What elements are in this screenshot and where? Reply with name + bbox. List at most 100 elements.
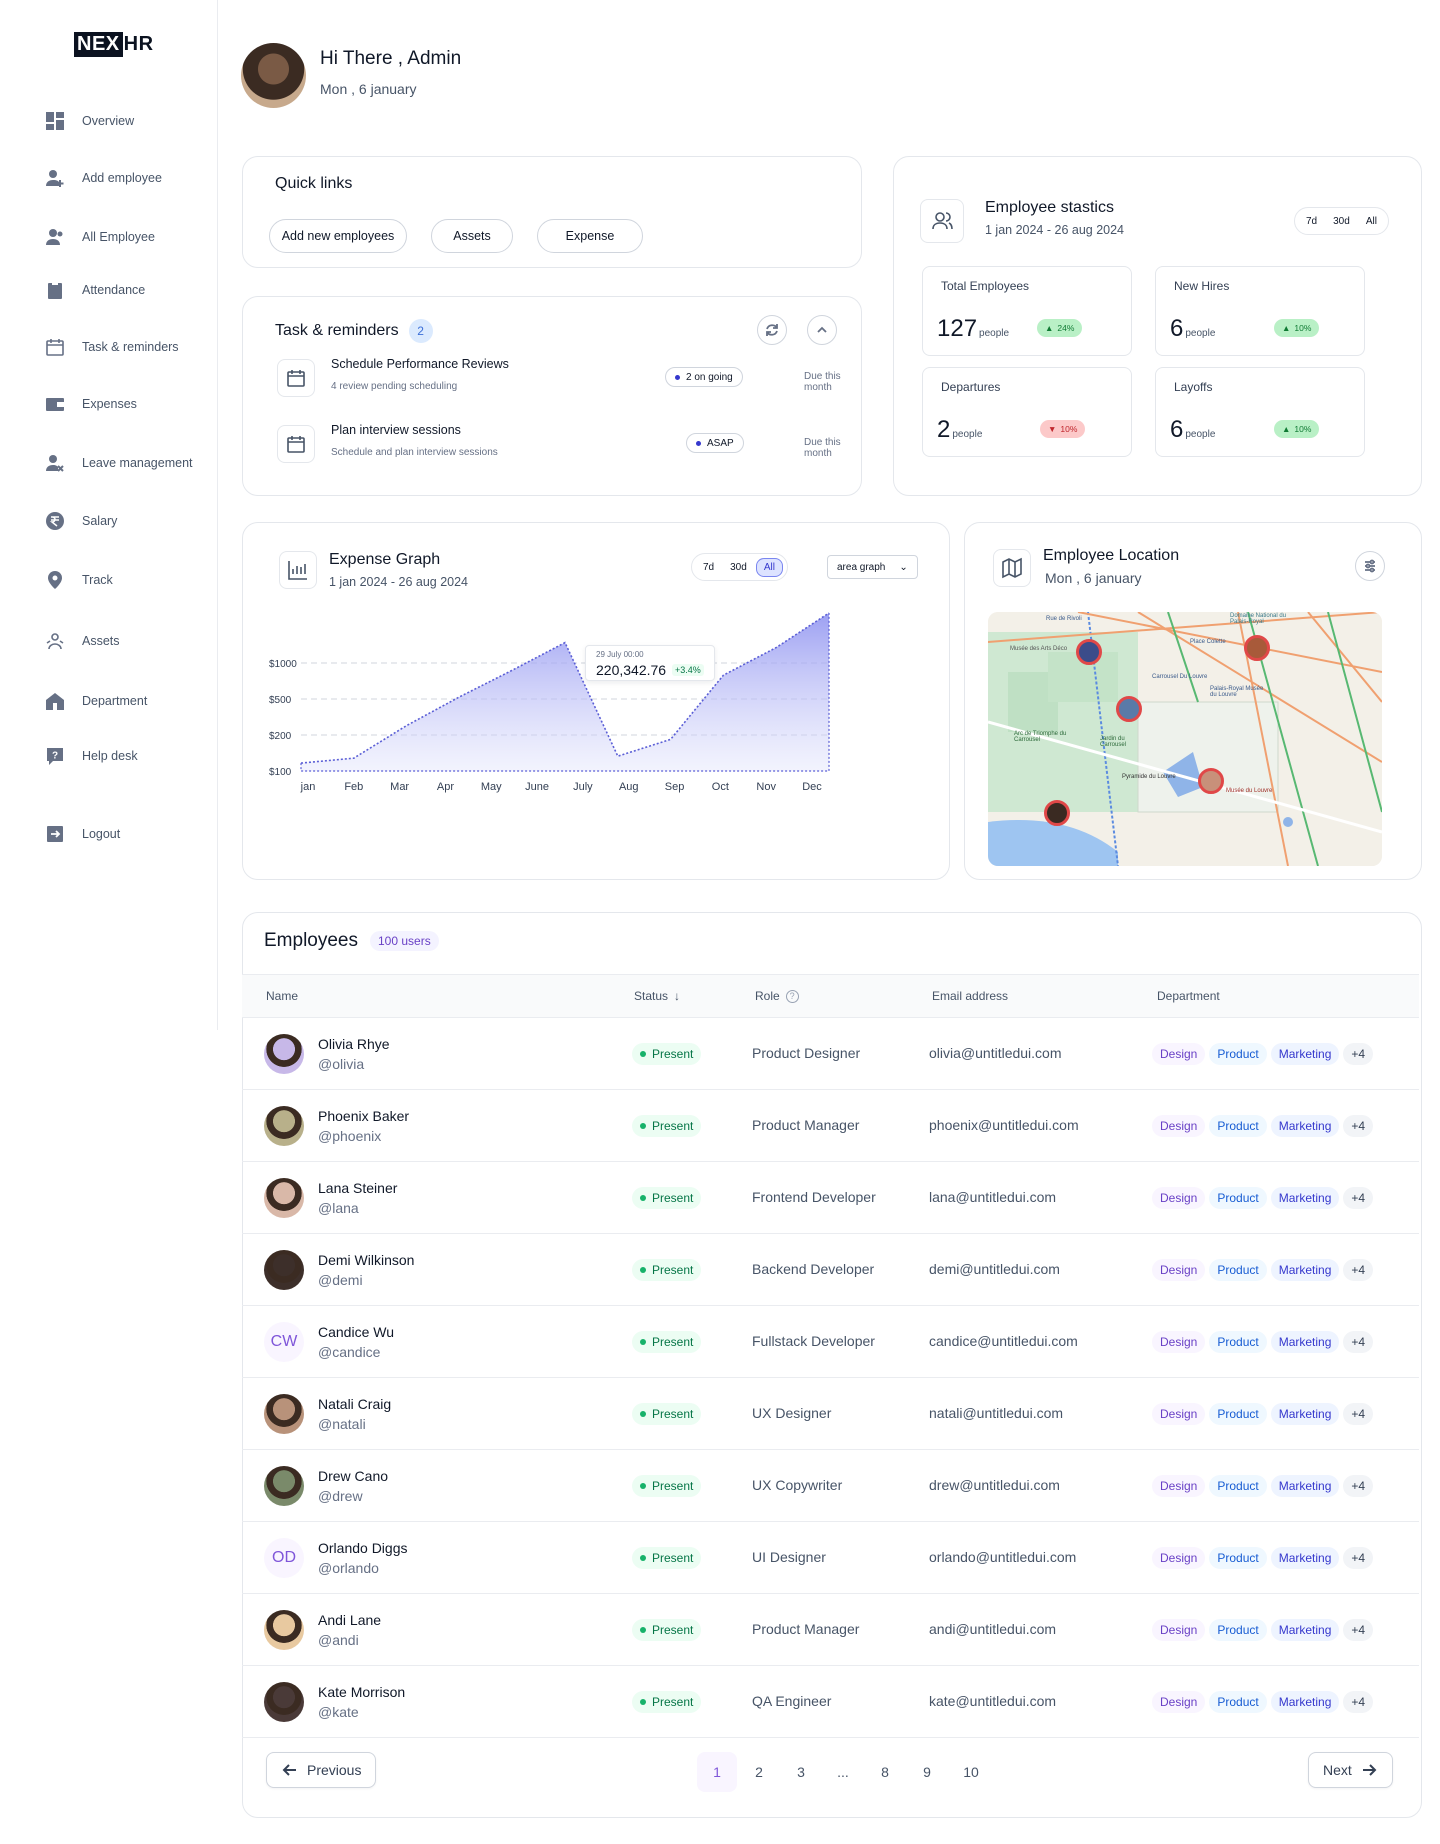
col-status[interactable]: Status ↓: [634, 989, 680, 1003]
more-tags-badge[interactable]: +4: [1343, 1115, 1374, 1137]
more-tags-badge[interactable]: +4: [1343, 1187, 1374, 1209]
design-tag[interactable]: Design: [1152, 1475, 1206, 1497]
table-row[interactable]: Natali Craig @natali Present UX Designer nat…: [242, 1378, 1419, 1450]
table-row[interactable]: Andi Lane @andi Present Product Manager andi…: [242, 1594, 1419, 1666]
add-new-employees-button[interactable]: Add new employees: [269, 219, 407, 253]
marketing-tag[interactable]: Marketing: [1270, 1043, 1340, 1065]
page-2[interactable]: 2: [739, 1752, 779, 1792]
design-tag[interactable]: Design: [1152, 1043, 1206, 1065]
product-tag[interactable]: Product: [1209, 1187, 1267, 1209]
employee-map[interactable]: Rue de Rivoli Musée des Arts Déco Domain…: [988, 612, 1382, 866]
sidebar-item-help-desk[interactable]: ? Help desk: [44, 745, 138, 767]
design-tag[interactable]: Design: [1152, 1259, 1206, 1281]
filter-7d[interactable]: 7d: [1299, 213, 1324, 230]
marketing-tag[interactable]: Marketing: [1270, 1403, 1340, 1425]
more-tags-badge[interactable]: +4: [1343, 1619, 1374, 1641]
table-row[interactable]: CW Candice Wu @candice Present Fullstack Dev…: [242, 1306, 1419, 1378]
sidebar-item-add-employee[interactable]: Add employee: [44, 167, 162, 189]
filter-30d[interactable]: 30d: [1326, 213, 1357, 230]
more-tags-badge[interactable]: +4: [1343, 1475, 1374, 1497]
refresh-button[interactable]: [757, 315, 787, 345]
map-pin-employee[interactable]: [1076, 639, 1102, 665]
expense-button[interactable]: Expense: [537, 219, 643, 253]
map-pin-employee[interactable]: [1198, 768, 1224, 794]
product-tag[interactable]: Product: [1209, 1115, 1267, 1137]
design-tag[interactable]: Design: [1152, 1115, 1206, 1137]
filter-all[interactable]: All: [1359, 213, 1384, 230]
marketing-tag[interactable]: Marketing: [1270, 1187, 1340, 1209]
sidebar-item-attendance[interactable]: Attendance: [44, 279, 145, 301]
previous-button[interactable]: Previous: [266, 1752, 377, 1788]
table-row[interactable]: Olivia Rhye @olivia Present Product Designe…: [242, 1018, 1419, 1090]
sidebar-item-department[interactable]: Department: [44, 690, 147, 712]
col-department[interactable]: Department: [1157, 989, 1220, 1003]
task-item[interactable]: Plan interview sessions Schedule and pla…: [277, 421, 857, 465]
page-3[interactable]: 3: [781, 1752, 821, 1792]
more-tags-badge[interactable]: +4: [1343, 1691, 1374, 1713]
sidebar-item-salary[interactable]: Salary: [44, 510, 117, 532]
sidebar-item-tasks[interactable]: Task & reminders: [44, 336, 179, 358]
avatar: [264, 1610, 304, 1650]
product-tag[interactable]: Product: [1209, 1331, 1267, 1353]
design-tag[interactable]: Design: [1152, 1187, 1206, 1209]
marketing-tag[interactable]: Marketing: [1270, 1547, 1340, 1569]
design-tag[interactable]: Design: [1152, 1691, 1206, 1713]
table-row[interactable]: Phoenix Baker @phoenix Present Product Mana…: [242, 1090, 1419, 1162]
assets-button[interactable]: Assets: [431, 219, 513, 253]
table-row[interactable]: OD Orlando Diggs @orlando Present UI Designe…: [242, 1522, 1419, 1594]
product-tag[interactable]: Product: [1209, 1547, 1267, 1569]
col-role[interactable]: Role?: [755, 989, 799, 1003]
more-tags-badge[interactable]: +4: [1343, 1259, 1374, 1281]
marketing-tag[interactable]: Marketing: [1270, 1259, 1340, 1281]
table-row[interactable]: Lana Steiner @lana Present Frontend Develop…: [242, 1162, 1419, 1234]
product-tag[interactable]: Product: [1209, 1691, 1267, 1713]
sidebar-item-leave-management[interactable]: Leave management: [44, 452, 193, 474]
map-filter-button[interactable]: [1355, 551, 1385, 581]
table-row[interactable]: Drew Cano @drew Present UX Copywriter drew@u…: [242, 1450, 1419, 1522]
table-row[interactable]: Kate Morrison @kate Present QA Engineer kate…: [242, 1666, 1419, 1738]
product-tag[interactable]: Product: [1209, 1403, 1267, 1425]
page-10[interactable]: 10: [951, 1752, 991, 1792]
page-1[interactable]: 1: [697, 1752, 737, 1792]
product-tag[interactable]: Product: [1209, 1475, 1267, 1497]
marketing-tag[interactable]: Marketing: [1270, 1331, 1340, 1353]
design-tag[interactable]: Design: [1152, 1331, 1206, 1353]
product-tag[interactable]: Product: [1209, 1043, 1267, 1065]
sidebar-item-track[interactable]: Track: [44, 569, 113, 591]
marketing-tag[interactable]: Marketing: [1270, 1115, 1340, 1137]
map-pin-employee[interactable]: [1044, 800, 1070, 826]
sidebar-item-overview[interactable]: Overview: [44, 110, 134, 132]
tooltip-value: 220,342.76: [596, 662, 667, 678]
more-tags-badge[interactable]: +4: [1343, 1043, 1374, 1065]
sidebar-item-assets[interactable]: Assets: [44, 630, 120, 652]
more-tags-badge[interactable]: +4: [1343, 1547, 1374, 1569]
map-pin-employee[interactable]: [1244, 635, 1270, 661]
product-tag[interactable]: Product: [1209, 1259, 1267, 1281]
sidebar-item-all-employee[interactable]: All Employee: [44, 226, 155, 248]
task-item[interactable]: Schedule Performance Reviews 4 review pe…: [277, 355, 857, 399]
page-8[interactable]: 8: [865, 1752, 905, 1792]
col-email[interactable]: Email address: [932, 989, 1008, 1003]
brand-logo[interactable]: NEX HR: [74, 32, 155, 57]
map-pin-employee[interactable]: [1116, 696, 1142, 722]
product-tag[interactable]: Product: [1209, 1619, 1267, 1641]
location-pin-icon: [44, 569, 66, 591]
y-tick-label: $500: [269, 695, 292, 706]
design-tag[interactable]: Design: [1152, 1403, 1206, 1425]
design-tag[interactable]: Design: [1152, 1619, 1206, 1641]
marketing-tag[interactable]: Marketing: [1270, 1475, 1340, 1497]
sidebar-item-logout[interactable]: Logout: [44, 823, 120, 845]
sidebar-item-expenses[interactable]: Expenses: [44, 393, 137, 415]
marketing-tag[interactable]: Marketing: [1270, 1619, 1340, 1641]
more-tags-badge[interactable]: +4: [1343, 1403, 1374, 1425]
admin-avatar[interactable]: [241, 43, 306, 108]
more-tags-badge[interactable]: +4: [1343, 1331, 1374, 1353]
col-name[interactable]: Name: [266, 989, 298, 1003]
design-tag[interactable]: Design: [1152, 1547, 1206, 1569]
collapse-button[interactable]: [807, 315, 837, 345]
page-9[interactable]: 9: [907, 1752, 947, 1792]
table-row[interactable]: Demi Wilkinson @demi Present Backend Develo…: [242, 1234, 1419, 1306]
next-button[interactable]: Next: [1308, 1752, 1393, 1788]
employee-handle: @lana: [318, 1200, 359, 1216]
marketing-tag[interactable]: Marketing: [1270, 1691, 1340, 1713]
